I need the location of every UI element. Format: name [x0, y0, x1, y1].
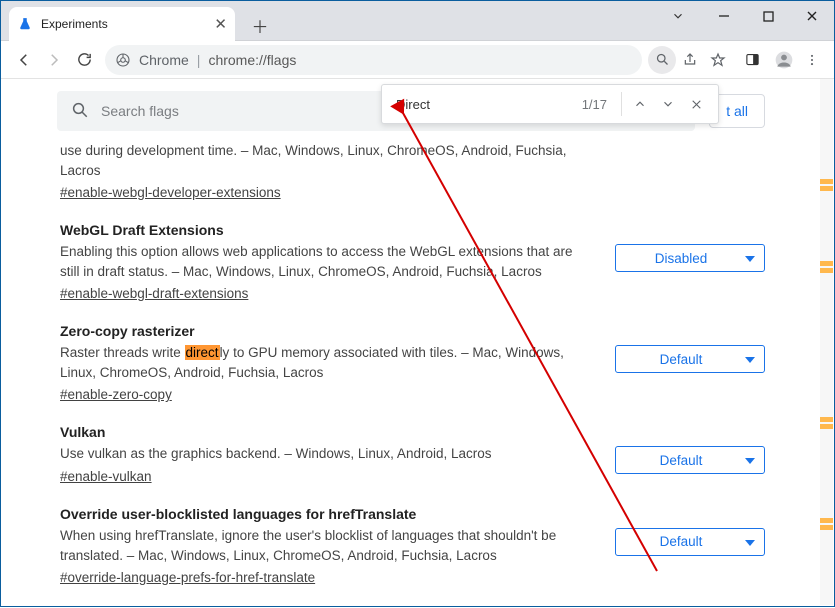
flag-anchor[interactable]: #enable-vulkan: [60, 469, 152, 484]
window-maximize-button[interactable]: [746, 1, 790, 31]
search-icon: [71, 101, 89, 122]
omnibox-url: chrome://flags: [208, 52, 296, 68]
profile-icon[interactable]: [770, 46, 798, 74]
find-next-button[interactable]: [654, 90, 682, 118]
flag-title: Zero-copy rasterizer: [60, 323, 595, 339]
flag-anchor[interactable]: #enable-zero-copy: [60, 387, 172, 402]
flag-title: Override user-blocklisted languages for …: [60, 506, 595, 522]
toolbar: Chrome | chrome://flags: [1, 41, 834, 79]
flag-title: Vulkan: [60, 424, 595, 440]
close-tab-icon[interactable]: ✕: [214, 15, 227, 33]
chrome-icon: [115, 52, 131, 68]
flag-anchor[interactable]: #enable-webgl-draft-extensions: [60, 286, 248, 301]
flag-title: WebGL Draft Extensions: [60, 222, 595, 238]
flag-select[interactable]: Default: [615, 345, 765, 373]
flag-select[interactable]: Default: [615, 446, 765, 474]
tab-title: Experiments: [41, 17, 214, 31]
page-content: Search flags t all use during developmen…: [2, 79, 820, 605]
flag-select[interactable]: Disabled: [615, 244, 765, 272]
window-close-button[interactable]: [790, 1, 834, 31]
find-match-tick: [820, 424, 833, 429]
omnibox-prefix: Chrome: [139, 52, 189, 68]
find-match-tick: [820, 261, 833, 266]
new-tab-button[interactable]: ＋: [246, 11, 274, 39]
tab-search-button[interactable]: [656, 1, 700, 31]
find-query[interactable]: Direct: [396, 97, 582, 112]
find-match-tick: [820, 186, 833, 191]
flag-desc: Use vulkan as the graphics backend. – Wi…: [60, 444, 595, 464]
flag-desc: Raster threads write directly to GPU mem…: [60, 343, 595, 382]
title-bar: Experiments ✕ ＋: [1, 1, 834, 41]
omnibox[interactable]: Chrome | chrome://flags: [105, 45, 642, 75]
find-count: 1/17: [582, 97, 607, 112]
find-match-tick: [820, 268, 833, 273]
find-toolbar-icon[interactable]: [648, 46, 676, 74]
forward-button[interactable]: [39, 45, 69, 75]
find-in-page-bar[interactable]: Direct 1/17: [381, 84, 719, 124]
reload-button[interactable]: [69, 45, 99, 75]
flag-anchor[interactable]: #override-language-prefs-for-href-transl…: [60, 570, 315, 585]
menu-icon[interactable]: [798, 46, 826, 74]
flag-desc: Enabling this option allows web applicat…: [60, 242, 595, 281]
share-icon[interactable]: [676, 46, 704, 74]
flag-anchor[interactable]: #enable-webgl-developer-extensions: [60, 185, 281, 200]
flag-select[interactable]: Default: [615, 528, 765, 556]
find-match-tick: [820, 179, 833, 184]
back-button[interactable]: [9, 45, 39, 75]
window-minimize-button[interactable]: [702, 1, 746, 31]
flag-desc: use during development time. – Mac, Wind…: [60, 141, 595, 180]
find-close-button[interactable]: [682, 90, 710, 118]
find-match-tick: [820, 518, 833, 523]
search-placeholder: Search flags: [101, 103, 179, 119]
browser-tab[interactable]: Experiments ✕: [9, 7, 235, 41]
bookmark-icon[interactable]: [704, 46, 732, 74]
find-highlight: direct: [185, 345, 220, 360]
flag-desc: When using hrefTranslate, ignore the use…: [60, 526, 595, 565]
find-prev-button[interactable]: [626, 90, 654, 118]
find-match-tick: [820, 525, 833, 530]
side-panel-icon[interactable]: [738, 46, 766, 74]
flask-icon: [17, 16, 33, 32]
find-match-tick: [820, 417, 833, 422]
